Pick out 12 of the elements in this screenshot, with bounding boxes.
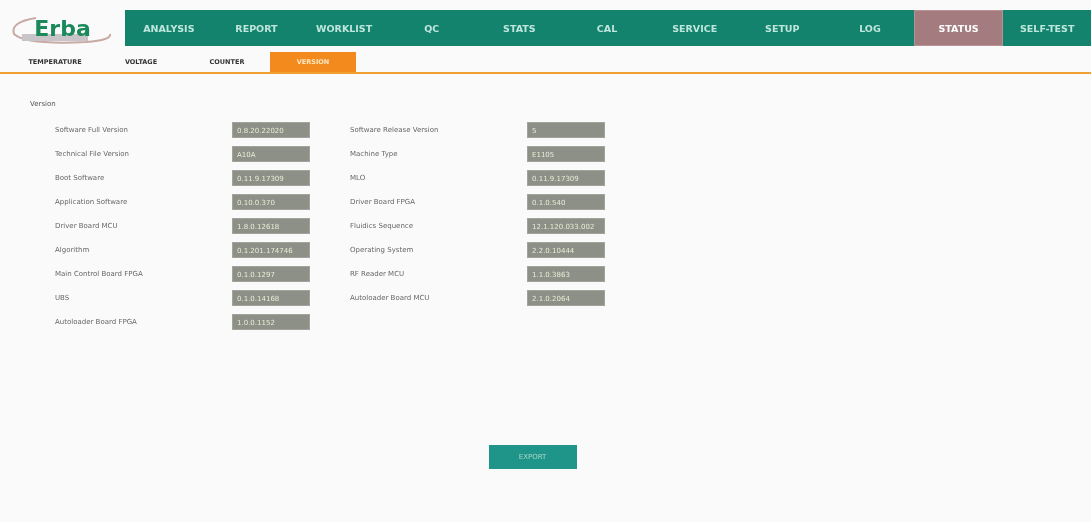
nav-tab[interactable]: LOG: [826, 10, 914, 46]
nav-tab[interactable]: REPORT: [212, 10, 301, 46]
nav-tab[interactable]: QC: [387, 10, 476, 46]
nav-tab[interactable]: SETUP: [738, 10, 827, 46]
nav-tab[interactable]: WORKLIST: [300, 10, 388, 46]
logo-text: Erba: [34, 15, 91, 41]
nav-tab[interactable]: STATS: [475, 10, 564, 46]
nav-tab[interactable]: ANALYSIS: [125, 10, 213, 46]
nav-tab[interactable]: SELF-TEST: [1003, 10, 1091, 46]
nav-tab[interactable]: CAL: [563, 10, 651, 46]
nav-tab[interactable]: SERVICE: [650, 10, 739, 46]
nav-tab[interactable]: STATUS: [913, 10, 1004, 46]
